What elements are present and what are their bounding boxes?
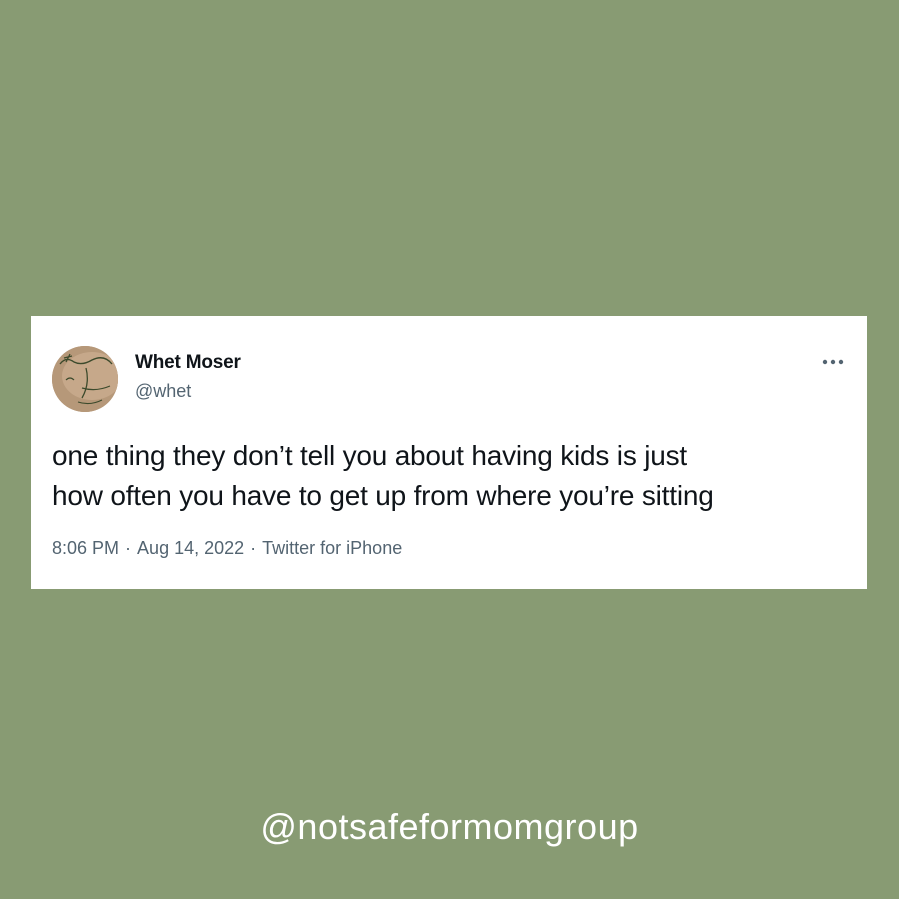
more-options-button[interactable] [821, 356, 845, 368]
separator: · [125, 538, 132, 558]
display-name[interactable]: Whet Moser [135, 352, 241, 374]
tweet-source[interactable]: Twitter for iPhone [262, 538, 402, 558]
avatar[interactable] [52, 346, 118, 412]
tweet-time[interactable]: 8:06 PM [52, 538, 119, 558]
tweet-text-line: one thing they don’t tell you about havi… [52, 440, 687, 471]
tweet-card[interactable]: Whet Moser @whet one thing they don’t te… [31, 316, 867, 589]
avatar-icon [52, 346, 118, 412]
tweet-date[interactable]: Aug 14, 2022 [137, 538, 244, 558]
tweet-text: one thing they don’t tell you about havi… [52, 436, 852, 516]
separator: · [250, 538, 257, 558]
more-horizontal-icon [822, 359, 844, 365]
tweet-text-line: how often you have to get up from where … [52, 480, 714, 511]
tweet-meta: 8:06 PM · Aug 14, 2022 · Twitter for iPhone [52, 538, 402, 559]
watermark: @notsafeformomgroup [260, 806, 639, 847]
handle[interactable]: @whet [135, 381, 191, 402]
